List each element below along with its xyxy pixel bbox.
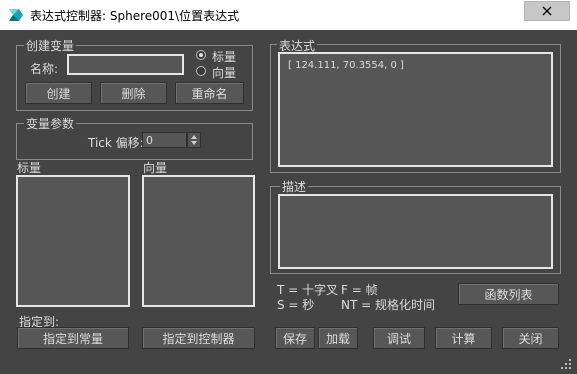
- tick-offset-spinner[interactable]: [187, 132, 201, 148]
- radio-scalar[interactable]: [196, 50, 206, 60]
- radio-scalar-label[interactable]: 标量: [212, 48, 236, 65]
- description-editor[interactable]: [278, 194, 553, 269]
- radio-vector[interactable]: [196, 66, 206, 76]
- 3dsmax-icon: [9, 9, 23, 21]
- spinner-down-icon[interactable]: [191, 141, 197, 145]
- evaluate-button[interactable]: 计算: [435, 327, 492, 349]
- variable-params-group-label: 变量参数: [24, 115, 77, 132]
- assign-to-constant-button[interactable]: 指定到常量: [17, 327, 129, 349]
- create-button[interactable]: 创建: [25, 82, 92, 104]
- expression-editor[interactable]: [ 124.111, 70.3554, 0 ]: [278, 52, 553, 167]
- delete-button[interactable]: 删除: [100, 82, 167, 104]
- legend-normalized-time: NT = 规格化时间: [341, 298, 435, 312]
- vector-list-label: 向量: [143, 161, 168, 175]
- resize-grip-icon[interactable]: [560, 358, 572, 370]
- scalar-list-label: 标量: [17, 161, 42, 175]
- window-close-button[interactable]: [524, 1, 570, 21]
- title-bar[interactable]: 表达式控制器: Sphere001\位置表达式: [0, 0, 577, 30]
- tick-offset-label: Tick 偏移:: [88, 136, 144, 150]
- create-variable-group-label: 创建变量: [24, 37, 77, 54]
- dialog-body: 创建变量 名称: 标量 向量 创建 删除 重命名 变量参数 Tick 偏移: 标…: [0, 30, 577, 374]
- load-button[interactable]: 加载: [318, 327, 358, 349]
- rename-button[interactable]: 重命名: [175, 82, 244, 104]
- vector-list[interactable]: [142, 175, 255, 307]
- spinner-up-icon[interactable]: [191, 135, 197, 139]
- variable-name-input[interactable]: [67, 54, 184, 75]
- description-group-label: 描述: [280, 178, 309, 195]
- radio-vector-label[interactable]: 向量: [212, 64, 236, 81]
- close-icon: [542, 6, 552, 16]
- debug-button[interactable]: 调试: [373, 327, 425, 349]
- legend-seconds: S = 秒: [277, 298, 315, 312]
- tick-offset-input[interactable]: [142, 132, 187, 148]
- save-button[interactable]: 保存: [275, 327, 315, 349]
- expression-text[interactable]: [ 124.111, 70.3554, 0 ]: [288, 60, 404, 71]
- scalar-list[interactable]: [16, 175, 130, 307]
- assign-to-controller-button[interactable]: 指定到控制器: [142, 327, 255, 349]
- name-label: 名称:: [30, 62, 59, 76]
- window-title: 表达式控制器: Sphere001\位置表达式: [30, 9, 240, 23]
- close-button[interactable]: 关闭: [502, 327, 559, 349]
- function-list-button[interactable]: 函数列表: [458, 283, 559, 305]
